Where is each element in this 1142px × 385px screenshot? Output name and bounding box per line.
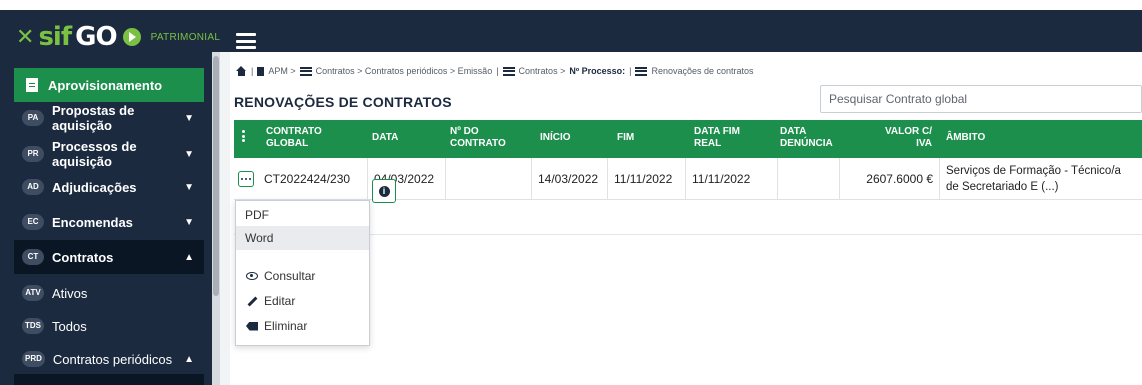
pencil-icon	[247, 296, 257, 306]
breadcrumb-separator: |	[251, 66, 254, 76]
breadcrumb-separator: |	[629, 66, 632, 76]
sidebar-badge: TDS	[22, 318, 44, 334]
sidebar-item-label: Aprovisionamento	[48, 77, 163, 93]
breadcrumb-contratos-path[interactable]: Contratos > Contratos periódicos > Emiss…	[316, 66, 493, 76]
sidebar-item-label: Encomendas	[52, 214, 133, 230]
menu-item-consultar[interactable]: Consultar	[236, 264, 369, 288]
search-input[interactable]	[820, 85, 1142, 113]
header-inicio[interactable]: INÍCIO	[540, 132, 571, 144]
document-icon	[26, 78, 38, 92]
cell-inicio: 14/03/2022	[532, 158, 608, 200]
sidebar-item-label: Todos	[52, 318, 87, 334]
sidebar-item-contratos[interactable]: CT Contratos ▲	[14, 240, 204, 274]
sidebar-item-label: Contratos	[52, 249, 114, 265]
menu-item-eliminar[interactable]: Eliminar	[236, 314, 369, 338]
sidebar-item-contratos-periodicos[interactable]: PRD Contratos periódicos ▲	[14, 344, 204, 374]
cell-valor: 2607.6000 €	[840, 158, 940, 200]
logo-sif-text: sif	[38, 22, 72, 52]
cell-data-denuncia	[778, 158, 840, 200]
app-window: ✕ sif GO PATRIMONIAL Aprovisionamento PA…	[0, 0, 1142, 385]
chevron-down-icon: ▼	[184, 112, 194, 124]
table-header: CONTRATO GLOBAL DATA Nº DO CONTRATO INÍC…	[234, 120, 1142, 158]
info-icon: i	[378, 185, 390, 197]
header-valor[interactable]: VALOR C/ IVA	[882, 126, 932, 150]
menu-item-editar[interactable]: Editar	[236, 289, 369, 313]
sidebar-badge: PRD	[22, 351, 45, 367]
document-icon	[257, 66, 265, 76]
top-header: ✕ sif GO PATRIMONIAL	[0, 0, 1142, 52]
menu-toggle-icon[interactable]	[236, 33, 256, 49]
logo-x-mark: ✕	[16, 24, 35, 50]
chevron-down-icon: ▼	[184, 181, 194, 193]
header-n-contrato[interactable]: Nº DO CONTRATO	[450, 126, 510, 150]
sidebar-item-label: Ativos	[52, 285, 88, 301]
menu-item-label: Editar	[264, 294, 296, 308]
sidebar-badge: ATV	[22, 285, 44, 301]
menu-item-label: Consultar	[264, 269, 316, 283]
breadcrumb: | APM > Contratos > Contratos periódicos…	[236, 66, 754, 76]
sidebar-badge: AD	[22, 179, 44, 195]
sidebar-item-ativos[interactable]: ATV Ativos	[14, 278, 204, 308]
table-row[interactable]: CT2022424/230 04/03/2022 14/03/2022 11/1…	[234, 158, 1142, 200]
sidebar-badge: PA	[22, 110, 44, 126]
list-icon	[502, 66, 515, 76]
info-button[interactable]: i	[372, 179, 396, 203]
cell-n-contrato	[446, 158, 532, 200]
app-logo[interactable]: ✕ sif GO PATRIMONIAL	[16, 22, 220, 52]
sidebar-badge: CT	[22, 249, 44, 265]
sidebar-badge: EC	[22, 214, 44, 230]
sidebar-badge: PR	[22, 146, 44, 162]
cell-contrato-global: CT2022424/230	[258, 158, 368, 200]
logo-play-icon	[122, 28, 141, 46]
chevron-down-icon: ▼	[184, 148, 194, 160]
header-data[interactable]: DATA	[372, 132, 398, 144]
sidebar-scrollbar-thumb[interactable]	[213, 56, 219, 296]
list-icon	[635, 66, 648, 76]
eraser-icon	[246, 321, 258, 331]
home-icon[interactable]	[236, 66, 247, 76]
breadcrumb-current: Renovações de contratos	[651, 66, 754, 76]
sidebar-item-label: Propostas de aquisição	[52, 103, 135, 133]
breadcrumb-apm[interactable]: APM >	[268, 66, 295, 76]
cell-data-fim-real: 11/11/2022	[686, 158, 778, 200]
header-contrato-global[interactable]: CONTRATO GLOBAL	[266, 126, 336, 150]
sidebar-subitem-selected[interactable]	[14, 374, 204, 385]
logo-go-text: GO	[75, 22, 117, 52]
breadcrumb-separator: |	[496, 66, 499, 76]
sidebar-item-todos[interactable]: TDS Todos	[14, 311, 204, 341]
sidebar-item-label: Adjudicações	[52, 179, 137, 195]
eye-icon	[246, 272, 258, 280]
menu-item-label: PDF	[245, 208, 269, 222]
header-ambito[interactable]: ÂMBITO	[946, 132, 985, 144]
sidebar-item-propostas[interactable]: PA Propostas de aquisição ▼	[14, 103, 204, 133]
sidebar-item-adjudicacoes[interactable]: AD Adjudicações ▼	[14, 172, 204, 202]
row-actions-menu: PDF Word Consultar Editar Eliminar	[235, 200, 370, 346]
row-actions-button[interactable]	[238, 171, 254, 187]
cell-ambito: Serviços de Formação - Técnico/a de Secr…	[946, 165, 1121, 193]
header-fim[interactable]: FIM	[617, 132, 634, 144]
menu-item-label: Word	[245, 231, 274, 245]
menu-item-word[interactable]: Word	[236, 226, 369, 250]
sidebar-item-label: Processos de aquisição	[52, 139, 137, 169]
breadcrumb-processo[interactable]: Nº Processo:	[569, 66, 625, 76]
sidebar-item-aprovisionamento[interactable]: Aprovisionamento	[14, 68, 204, 102]
chevron-up-icon: ▲	[184, 353, 194, 365]
sidebar-item-encomendas[interactable]: EC Encomendas ▼	[14, 207, 204, 237]
chevron-up-icon: ▲	[184, 251, 194, 263]
column-options-icon[interactable]	[242, 130, 245, 142]
menu-item-pdf[interactable]: PDF	[236, 203, 369, 227]
cell-fim: 11/11/2022	[608, 158, 686, 200]
header-data-fim-real[interactable]: DATA FIM REAL	[694, 126, 754, 150]
breadcrumb-contratos[interactable]: Contratos >	[519, 66, 566, 76]
page-title: RENOVAÇÕES DE CONTRATOS	[234, 94, 452, 110]
menu-item-label: Eliminar	[264, 319, 308, 333]
chevron-down-icon: ▼	[184, 216, 194, 228]
header-data-denuncia[interactable]: DATA DENÚNCIA	[780, 126, 840, 150]
logo-subtitle: PATRIMONIAL	[150, 31, 221, 43]
divider	[234, 234, 1142, 235]
sidebar-item-label: Contratos periódicos	[52, 351, 173, 367]
sidebar-item-processos[interactable]: PR Processos de aquisição ▼	[14, 139, 204, 169]
list-icon	[299, 66, 312, 76]
